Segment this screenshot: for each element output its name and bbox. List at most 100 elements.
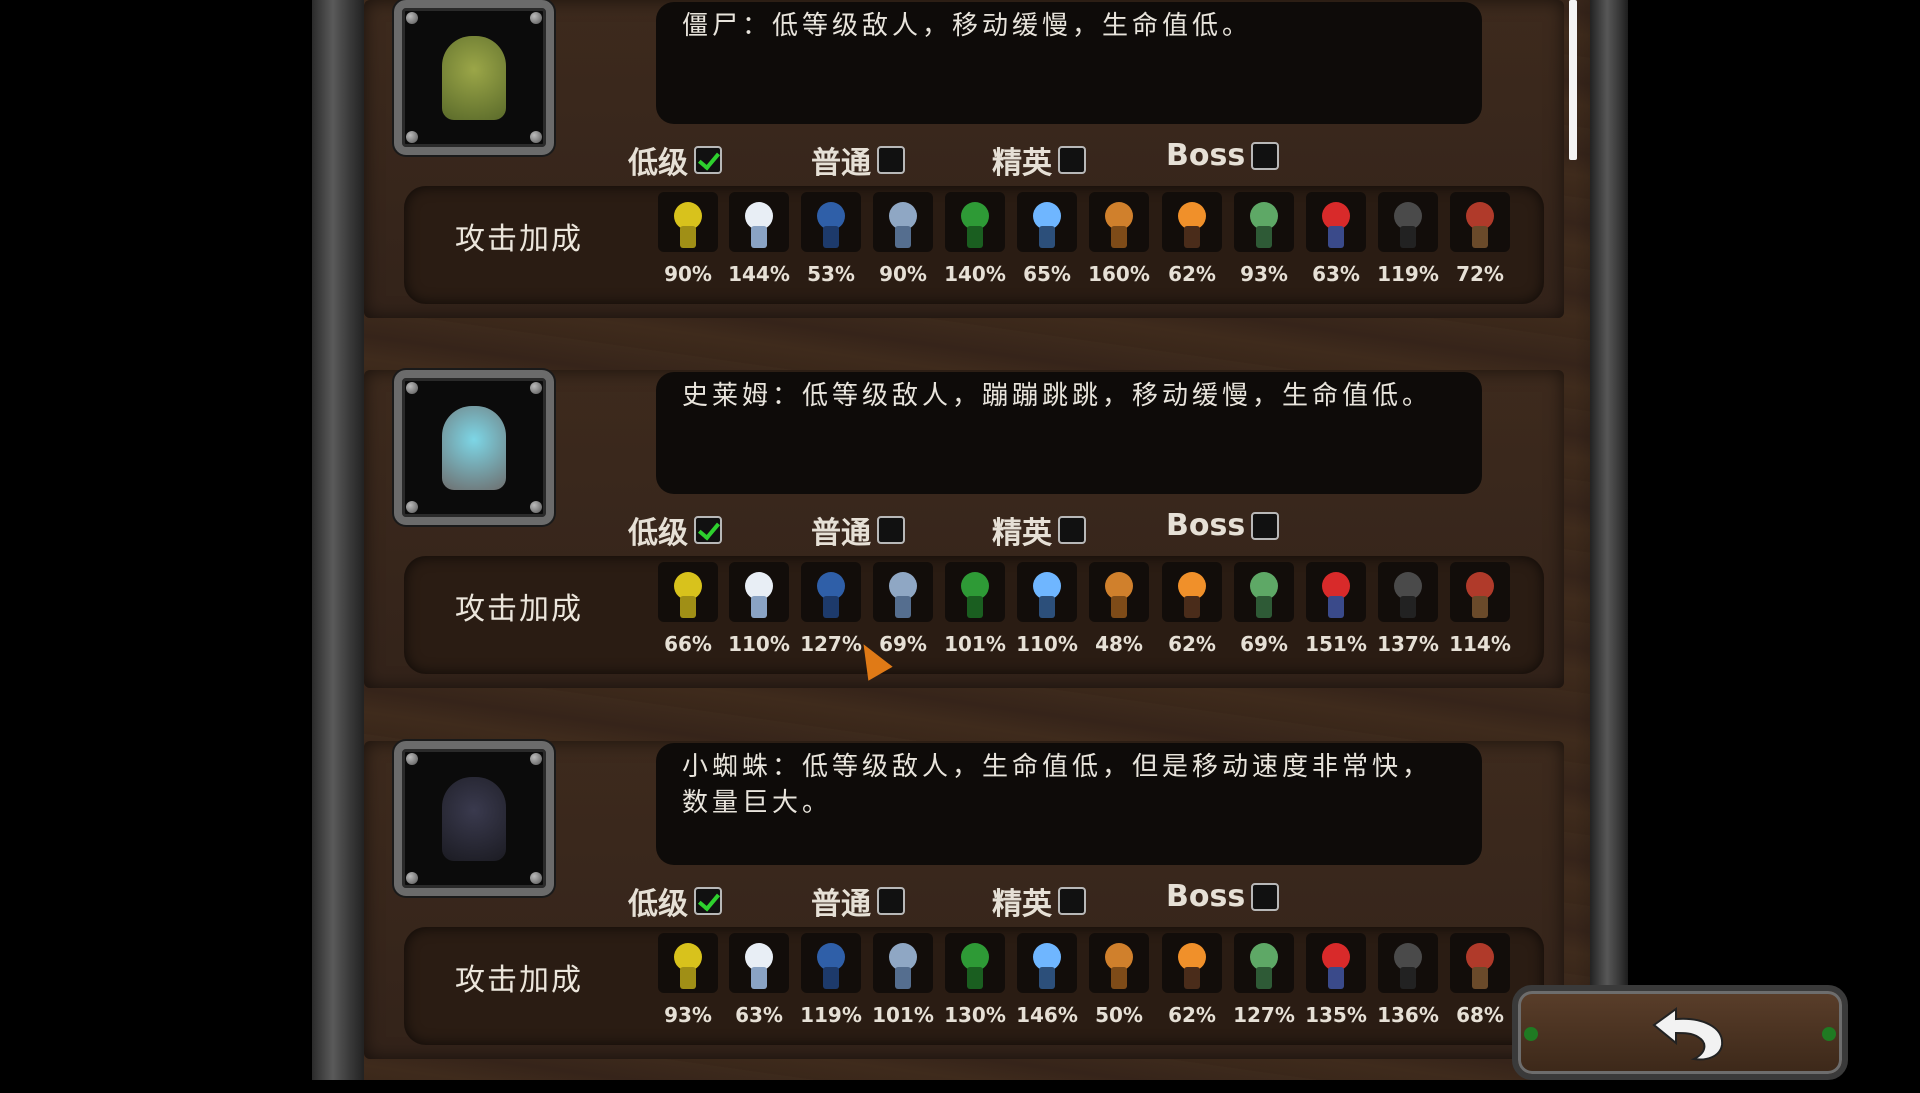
tower-bonus-value: 93% (664, 1003, 712, 1027)
tier-boss-checkbox[interactable] (1251, 882, 1280, 911)
tower-bonus-item[interactable]: 151% (1304, 562, 1368, 672)
tower-bonus-item[interactable]: 144% (727, 192, 791, 302)
tower-bonus-item[interactable]: 146% (1015, 933, 1079, 1043)
tower-bonus-item[interactable]: 72% (1448, 192, 1512, 302)
ice-robot-tower-icon (729, 192, 789, 252)
plasma-ufo-tower-icon (1017, 192, 1077, 252)
orange-rocket-tower-icon (1089, 562, 1149, 622)
red-flag-catapult-tower-icon (1450, 192, 1510, 252)
tower-bonus-item[interactable]: 63% (1304, 192, 1368, 302)
tier-elite: 精英 (992, 138, 1086, 182)
tier-elite-label: 精英 (992, 516, 1052, 551)
attack-bonus-panel: 攻击加成 66% 110% 127% 69% 101% 110% 48% 62% 69% 151% 1… (404, 556, 1544, 674)
tier-elite: 精英 (992, 508, 1086, 552)
tier-low-checkbox[interactable] (694, 516, 722, 544)
tower-bonus-item[interactable]: 62% (1160, 192, 1224, 302)
tower-bonus-item[interactable]: 68% (1448, 933, 1512, 1043)
tier-elite-checkbox[interactable] (1058, 516, 1086, 544)
poison-tower-icon (1234, 562, 1294, 622)
tower-bonus-value: 110% (728, 632, 790, 656)
tesla-cannon-tower-icon (873, 192, 933, 252)
tower-bonus-item[interactable]: 63% (727, 933, 791, 1043)
tower-bonus-value: 101% (944, 632, 1006, 656)
tower-bonus-value: 114% (1449, 632, 1511, 656)
tier-boss-checkbox[interactable] (1251, 141, 1280, 170)
tower-bonus-item[interactable]: 101% (871, 933, 935, 1043)
tower-bonus-item[interactable]: 119% (1376, 192, 1440, 302)
tower-bonus-item[interactable]: 160% (1087, 192, 1151, 302)
green-gatling-tower-icon (945, 562, 1005, 622)
rivet-icon (530, 382, 542, 394)
tier-low-label: 低级 (628, 146, 688, 181)
tier-normal-checkbox[interactable] (877, 887, 905, 915)
tower-bonus-value: 160% (1088, 262, 1150, 286)
tower-bonus-item[interactable]: 69% (1232, 562, 1296, 672)
tier-low-checkbox[interactable] (694, 146, 722, 174)
tower-bonus-item[interactable]: 62% (1160, 562, 1224, 672)
red-lightning-tower-icon (1306, 192, 1366, 252)
tower-bonus-item[interactable]: 110% (1015, 562, 1079, 672)
attack-bonus-label: 攻击加成 (455, 592, 583, 627)
left-metal-rail (312, 0, 364, 1080)
tower-bonus-item[interactable]: 90% (871, 192, 935, 302)
tower-bonus-item[interactable]: 65% (1015, 192, 1079, 302)
small-spider-portrait[interactable] (394, 741, 554, 896)
tower-bonus-value: 110% (1016, 632, 1078, 656)
fire-brazier-tower-icon (1162, 933, 1222, 993)
tower-bonus-item[interactable]: 127% (1232, 933, 1296, 1043)
tower-bonus-value: 119% (1377, 262, 1439, 286)
tower-bonus-item[interactable]: 62% (1160, 933, 1224, 1043)
tower-bonus-item[interactable]: 114% (1448, 562, 1512, 672)
right-metal-rail (1590, 0, 1628, 1080)
tower-bonus-item[interactable]: 53% (799, 192, 863, 302)
tower-bonus-value: 48% (1095, 632, 1143, 656)
tower-bonus-value: 90% (879, 262, 927, 286)
tower-bonus-value: 62% (1168, 1003, 1216, 1027)
tier-boss: Boss (1166, 138, 1280, 173)
tower-bonus-item[interactable]: 137% (1376, 562, 1440, 672)
scrollbar-thumb[interactable] (1569, 0, 1577, 160)
tier-elite-checkbox[interactable] (1058, 146, 1086, 174)
fire-brazier-tower-icon (1162, 562, 1222, 622)
tier-boss-checkbox[interactable] (1251, 511, 1280, 540)
tower-bonus-value: 130% (944, 1003, 1006, 1027)
slime-portrait[interactable] (394, 370, 554, 525)
back-button[interactable] (1512, 985, 1848, 1080)
tier-elite-label: 精英 (992, 146, 1052, 181)
tower-bonus-item[interactable]: 135% (1304, 933, 1368, 1043)
yellow-cannon-tower-icon (658, 562, 718, 622)
enemy-description: 小蜘蛛：低等级敌人，生命值低，但是移动速度非常快，数量巨大。 (656, 743, 1482, 865)
tier-elite-checkbox[interactable] (1058, 887, 1086, 915)
tower-bonus-item[interactable]: 48% (1087, 562, 1151, 672)
tier-normal-checkbox[interactable] (877, 516, 905, 544)
enemy-tier-row: 低级 普通 精英 Boss (628, 138, 1528, 182)
tower-bonus-value: 62% (1168, 632, 1216, 656)
enemy-card: 小蜘蛛：低等级敌人，生命值低，但是移动速度非常快，数量巨大。 低级 普通 精英 Boss… (364, 741, 1564, 1093)
tower-bonus-value: 127% (1233, 1003, 1295, 1027)
tower-bonus-item[interactable]: 136% (1376, 933, 1440, 1043)
tower-bonus-item[interactable]: 101% (943, 562, 1007, 672)
tower-bonus-value: 101% (872, 1003, 934, 1027)
tower-bonus-value: 144% (728, 262, 790, 286)
tower-bonus-item[interactable]: 50% (1087, 933, 1151, 1043)
enemy-description: 僵尸：低等级敌人，移动缓慢，生命值低。 (656, 2, 1482, 124)
tower-bonus-item[interactable]: 93% (656, 933, 720, 1043)
tier-normal-checkbox[interactable] (877, 146, 905, 174)
tower-bonus-value: 69% (1240, 632, 1288, 656)
tower-bonus-value: 146% (1016, 1003, 1078, 1027)
tower-bonus-item[interactable]: 130% (943, 933, 1007, 1043)
green-gatling-tower-icon (945, 933, 1005, 993)
tier-elite: 精英 (992, 879, 1086, 923)
tower-bonus-item[interactable]: 110% (727, 562, 791, 672)
fire-brazier-tower-icon (1162, 192, 1222, 252)
attack-bonus-label: 攻击加成 (455, 963, 583, 998)
tower-bonus-item[interactable]: 119% (799, 933, 863, 1043)
tower-bonus-value: 66% (664, 632, 712, 656)
tier-low-checkbox[interactable] (694, 887, 722, 915)
tower-bonus-item[interactable]: 66% (656, 562, 720, 672)
rivet-icon (530, 12, 542, 24)
zombie-portrait[interactable] (394, 0, 554, 155)
tower-bonus-item[interactable]: 90% (656, 192, 720, 302)
tower-bonus-item[interactable]: 140% (943, 192, 1007, 302)
tower-bonus-item[interactable]: 93% (1232, 192, 1296, 302)
